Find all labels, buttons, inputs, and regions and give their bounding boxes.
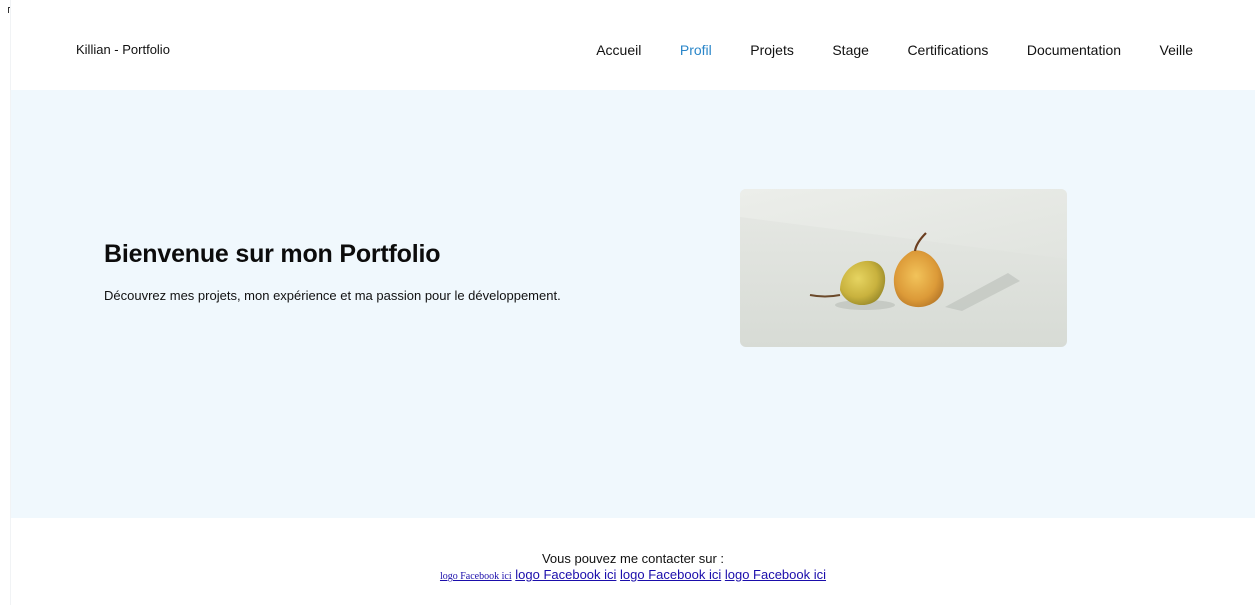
main-nav: Accueil Profil Projets Stage Certificati… bbox=[558, 42, 1193, 58]
hero-subtitle: Découvrez mes projets, mon expérience et… bbox=[104, 288, 561, 303]
facebook-link[interactable]: logo Facebook ici bbox=[515, 567, 616, 582]
contact-text: Vous pouvez me contacter sur : bbox=[541, 551, 725, 566]
facebook-link[interactable]: logo Facebook ici bbox=[620, 567, 721, 582]
hero-title: Bienvenue sur mon Portfolio bbox=[104, 240, 441, 268]
nav-item-certifications[interactable]: Certifications bbox=[907, 42, 988, 58]
site-footer: Vous pouvez me contacter sur : logo Face… bbox=[11, 518, 1255, 605]
nav-item-stage[interactable]: Stage bbox=[832, 42, 869, 58]
nav-item-veille[interactable]: Veille bbox=[1160, 42, 1193, 58]
nav-item-accueil[interactable]: Accueil bbox=[596, 42, 641, 58]
nav-item-profil[interactable]: Profil bbox=[680, 42, 712, 58]
site-header: Killian - Portfolio Accueil Profil Proje… bbox=[11, 0, 1255, 90]
nav-item-projets[interactable]: Projets bbox=[750, 42, 794, 58]
social-links: logo Facebook ici logo Facebook ici logo… bbox=[11, 567, 1255, 582]
hero-section: Bienvenue sur mon Portfolio Découvrez me… bbox=[11, 90, 1255, 518]
facebook-link[interactable]: logo Facebook ici bbox=[725, 567, 826, 582]
facebook-link[interactable]: logo Facebook ici bbox=[440, 571, 512, 582]
hero-image bbox=[740, 189, 1067, 347]
pears-illustration bbox=[740, 189, 1067, 347]
brand-link[interactable]: Killian - Portfolio bbox=[76, 42, 170, 57]
nav-item-documentation[interactable]: Documentation bbox=[1027, 42, 1121, 58]
